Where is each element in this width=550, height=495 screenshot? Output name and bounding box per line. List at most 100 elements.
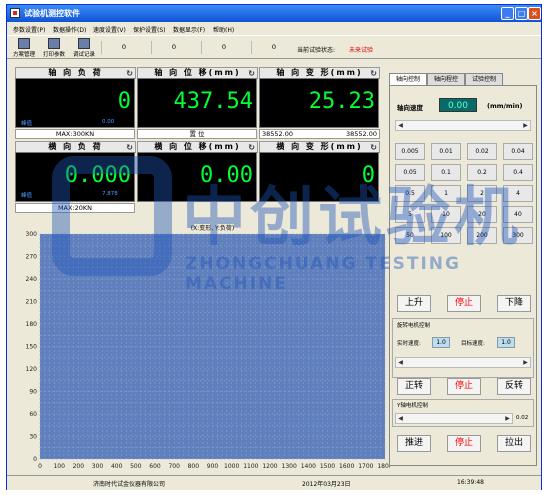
speed-preset-button[interactable]: 0.1	[431, 164, 461, 181]
y-tick-label: 240	[26, 276, 38, 283]
target-speed-input[interactable]: 1.0	[497, 337, 515, 348]
realtime-speed-label: 实时速度:	[397, 341, 421, 347]
scroll-left-icon[interactable]: ◀	[396, 358, 405, 367]
speed-preset-button[interactable]: 40	[503, 206, 533, 223]
menu-bar: 参数设置(P) 数据操作(D) 速度设置(V) 保护设置(S) 数据显示(F) …	[7, 23, 541, 35]
speed-preset-button[interactable]: 0.05	[395, 164, 425, 181]
speed-preset-button[interactable]: 5	[395, 206, 425, 223]
y-motor-slider[interactable]: ◀ ▶	[395, 413, 513, 424]
print-params-button[interactable]: 打印参数	[40, 37, 68, 58]
x-tick-label: 1700	[358, 463, 373, 470]
reset-position-button[interactable]: 置 位	[137, 129, 257, 139]
reverse-button[interactable]: 反转	[497, 378, 531, 395]
status-time: 16:39:48	[457, 479, 484, 486]
test-status-label: 当前试验状态:	[297, 47, 336, 54]
speed-preset-button[interactable]: 10	[431, 206, 461, 223]
record-icon	[78, 38, 90, 49]
tab-axial-control[interactable]: 轴向控制	[389, 73, 427, 85]
test-status-value: 未来试验	[349, 47, 374, 54]
rotary-motor-group: 旋转电机控制 实时速度: 1.0 目标速度: 1.0 ◀ ▶	[392, 318, 534, 378]
speed-preset-button[interactable]: 2	[467, 185, 497, 202]
x-tick-label: 500	[130, 463, 142, 470]
speed-preset-button[interactable]: 20	[467, 206, 497, 223]
chart-title: (X:变形, Y:负荷)	[191, 224, 235, 232]
maximize-button[interactable]: □	[515, 7, 528, 20]
scroll-left-icon[interactable]: ◀	[396, 121, 405, 130]
speed-preset-button[interactable]: 0.005	[395, 143, 425, 160]
y-tick-label: 90	[29, 389, 37, 396]
debug-record-button[interactable]: 调试记录	[70, 37, 98, 58]
lateral-load-display: 0.000 峰值 7.878	[15, 152, 135, 202]
scheme-manage-button[interactable]: 方案管理	[10, 37, 38, 58]
menu-display[interactable]: 数据显示(F)	[173, 25, 205, 34]
scroll-right-icon[interactable]: ▶	[503, 414, 512, 423]
scroll-right-icon[interactable]: ▶	[521, 358, 530, 367]
scroll-right-icon[interactable]: ▶	[521, 121, 530, 130]
rotary-section-title: 旋转电机控制	[397, 323, 431, 329]
menu-help[interactable]: 帮助(H)	[213, 25, 234, 34]
close-button[interactable]: ×	[528, 7, 541, 20]
tab-test-control[interactable]: 试验控制	[465, 73, 503, 85]
menu-protect[interactable]: 保护设置(S)	[133, 25, 166, 34]
counter-3: 0	[201, 41, 246, 54]
y-tick-label: 0	[33, 456, 37, 463]
y-stop-button[interactable]: 停止	[447, 435, 481, 452]
speed-preset-button[interactable]: 200	[467, 227, 497, 244]
up-button[interactable]: 上升	[397, 295, 431, 312]
stop-button[interactable]: 停止	[447, 295, 481, 312]
speed-preset-button[interactable]: 300	[503, 227, 533, 244]
speed-preset-button[interactable]: 0.4	[503, 164, 533, 181]
forward-button[interactable]: 正转	[397, 378, 431, 395]
push-button[interactable]: 推进	[397, 435, 431, 452]
menu-data[interactable]: 数据操作(D)	[53, 25, 86, 34]
x-tick-label: 0	[38, 463, 42, 470]
speed-preset-button[interactable]: 100	[431, 227, 461, 244]
menu-params[interactable]: 参数设置(P)	[13, 25, 45, 34]
lateral-peak-value: 7.878	[102, 191, 118, 197]
lateral-def-display: 0	[259, 152, 379, 202]
x-tick-label: 100	[53, 463, 65, 470]
counter-1: 0	[101, 41, 146, 54]
x-tick-label: 1200	[262, 463, 277, 470]
y-tick-label: 60	[29, 411, 37, 418]
x-tick-label: 1000	[224, 463, 239, 470]
y-motor-group: Y轴电机控制 ◀ ▶ 0.02	[392, 399, 534, 427]
down-button[interactable]: 下降	[497, 295, 531, 312]
x-tick-label: 200	[73, 463, 85, 470]
counter-2: 0	[151, 41, 196, 54]
lateral-def-value: 0	[361, 163, 375, 188]
status-bar: 济南时代试金仪器有限公司 2012年03月23日 16:39:48	[7, 475, 541, 490]
axial-load-max: MAX:300KN	[15, 129, 135, 139]
scroll-left-icon[interactable]: ◀	[396, 414, 405, 423]
axial-peak-label: 峰值	[21, 121, 33, 127]
speed-preset-button[interactable]: 0.01	[431, 143, 461, 160]
axial-peak-value: 0.00	[102, 119, 115, 125]
target-speed-label: 目标速度:	[461, 341, 485, 347]
counter-4: 0	[251, 41, 296, 54]
y-tick-label: 270	[26, 254, 38, 261]
lateral-load-value: 0.000	[64, 163, 131, 188]
rotary-speed-slider[interactable]: ◀ ▶	[395, 357, 531, 368]
x-tick-label: 400	[111, 463, 123, 470]
axial-disp-value: 437.54	[173, 89, 253, 114]
x-tick-label: 300	[92, 463, 104, 470]
x-tick-label: 600	[149, 463, 161, 470]
rotary-stop-button[interactable]: 停止	[447, 378, 481, 395]
status-date: 2012年03月23日	[302, 481, 351, 488]
speed-preset-button[interactable]: 1	[431, 185, 461, 202]
speed-preset-button[interactable]: 4	[503, 185, 533, 202]
minimize-button[interactable]: _	[501, 7, 514, 20]
app-icon	[10, 8, 20, 18]
y-motor-section-title: Y轴电机控制	[397, 403, 428, 409]
pull-button[interactable]: 拉出	[497, 435, 531, 452]
menu-speed[interactable]: 速度设置(V)	[93, 25, 126, 34]
speed-preset-button[interactable]: 0.2	[467, 164, 497, 181]
tab-axial-program[interactable]: 轴向程控	[427, 73, 465, 85]
speed-preset-button[interactable]: 0.04	[503, 143, 533, 160]
speed-preset-button[interactable]: 0.02	[467, 143, 497, 160]
y-motor-value: 0.02	[516, 415, 529, 421]
speed-preset-button[interactable]: 50	[395, 227, 425, 244]
speed-input[interactable]: 0.00	[439, 98, 477, 112]
speed-slider[interactable]: ◀ ▶	[395, 120, 531, 131]
speed-preset-button[interactable]: 0.5	[395, 185, 425, 202]
